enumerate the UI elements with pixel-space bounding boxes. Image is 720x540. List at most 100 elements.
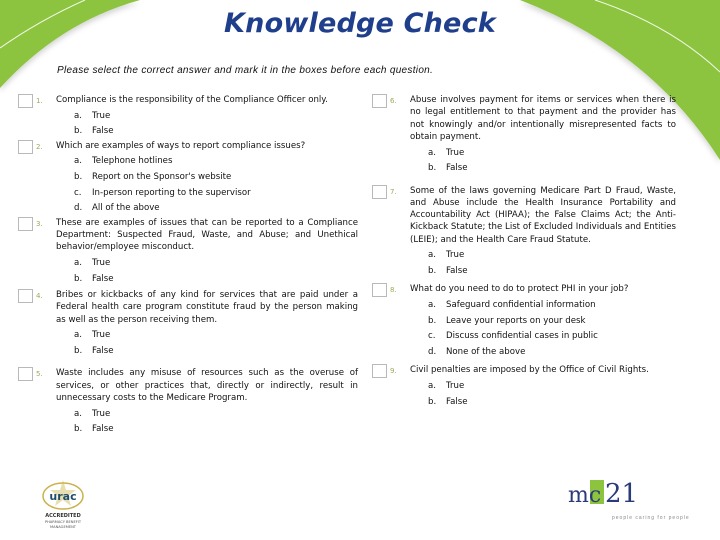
answer-options: a. True b. False — [410, 380, 676, 408]
svg-text:21: 21 — [605, 479, 638, 509]
urac-logo: urac ACCREDITED PHARMACY BENEFIT MANAGEM… — [42, 480, 84, 529]
option-label: False — [92, 345, 114, 356]
answer-checkbox[interactable] — [372, 184, 387, 199]
answer-option[interactable]: d. All of the above — [56, 202, 358, 214]
answer-option[interactable]: b. False — [410, 396, 676, 408]
question-3: 3. These are examples of issues that can … — [16, 216, 358, 285]
question-1: 1. Compliance is the responsibility of th… — [16, 94, 358, 138]
questions-right-column: 6. Abuse involves payment for items or se… — [370, 94, 676, 408]
question-7: 7. Some of the laws governing Medicare Pa… — [370, 184, 676, 278]
answer-checkbox[interactable] — [372, 94, 387, 108]
answer-option[interactable]: b. False — [56, 273, 358, 285]
answer-option[interactable]: b. False — [56, 423, 358, 435]
option-letter: a. — [74, 408, 82, 419]
option-label: Discuss confidential cases in public — [446, 331, 598, 342]
instructions: Please select the correct answer and mar… — [57, 65, 434, 76]
answer-options: a. True b. False — [56, 110, 358, 138]
question-9: 9. Civil penalties are imposed by the Off… — [370, 364, 676, 408]
option-letter: b. — [74, 424, 83, 435]
option-letter: b. — [74, 273, 83, 284]
option-label: None of the above — [446, 347, 526, 358]
question-text: Abuse involves payment for items or serv… — [410, 95, 676, 142]
question-5: 5. Waste includes any misuse of resources… — [16, 367, 358, 435]
page-title: Knowledge Check — [224, 8, 496, 39]
answer-option[interactable]: b. False — [410, 265, 676, 277]
answer-option[interactable]: a. True — [410, 380, 676, 392]
option-label: False — [92, 126, 114, 137]
answer-option[interactable]: b. False — [56, 345, 358, 357]
answer-checkbox[interactable] — [18, 216, 33, 231]
question-text: These are examples of issues that can be… — [56, 217, 358, 253]
answer-checkbox[interactable] — [18, 139, 33, 154]
option-label: True — [446, 381, 465, 392]
question-number: 5. — [36, 370, 43, 379]
question-text: What do you need to do to protect PHI in… — [410, 284, 629, 295]
option-letter: a. — [74, 110, 82, 121]
question-number: 4. — [36, 291, 43, 300]
question-text: Civil penalties are imposed by the Offic… — [410, 365, 649, 376]
svg-text:mc: mc — [568, 483, 601, 508]
option-letter: a. — [428, 250, 436, 261]
answer-checkbox[interactable] — [372, 283, 387, 298]
answer-option[interactable]: a. True — [410, 147, 676, 159]
option-label: False — [92, 273, 114, 284]
answer-checkbox[interactable] — [372, 364, 387, 379]
option-label: False — [92, 424, 114, 435]
answer-options: a. Safeguard confidential information b. Le… — [410, 299, 676, 358]
answer-options: a. True b. False — [56, 408, 358, 436]
answer-option[interactable]: b. False — [410, 162, 676, 174]
answer-option[interactable]: a. True — [56, 110, 358, 122]
answer-option[interactable]: a. Telephone hotlines — [56, 155, 358, 167]
option-letter: c. — [428, 331, 436, 342]
answer-option[interactable]: a. True — [410, 249, 676, 261]
answer-option[interactable]: d. None of the above — [410, 346, 676, 358]
answer-option[interactable]: a. True — [56, 257, 358, 269]
urac-text: urac — [49, 490, 76, 503]
answer-options: a. True b. False — [410, 249, 676, 277]
answer-option[interactable]: c. Discuss confidential cases in public — [410, 330, 676, 342]
answer-checkbox[interactable] — [18, 94, 33, 108]
option-letter: d. — [74, 203, 83, 214]
option-label: False — [446, 396, 468, 407]
questions-left-column: 1. Compliance is the responsibility of th… — [16, 94, 358, 436]
svg-text:ACCREDITED: ACCREDITED — [45, 513, 80, 519]
option-letter: c. — [74, 187, 82, 198]
question-4: 4. Bribes or kickbacks of any kind for se… — [16, 288, 358, 357]
option-letter: b. — [428, 396, 437, 407]
answer-option[interactable]: c. In-person reporting to the supervisor — [56, 187, 358, 199]
question-text: Some of the laws governing Medicare Part… — [410, 185, 676, 245]
question-text: Which are examples of ways to report com… — [56, 140, 306, 151]
answer-option[interactable]: b. Leave your reports on your desk — [410, 315, 676, 327]
option-letter: b. — [74, 172, 83, 183]
answer-checkbox[interactable] — [18, 288, 33, 303]
question-2: 2. Which are examples of ways to report c… — [16, 139, 358, 215]
answer-option[interactable]: a. True — [56, 408, 358, 420]
option-label: All of the above — [92, 203, 160, 214]
option-label: True — [92, 408, 111, 419]
option-label: True — [446, 147, 465, 158]
option-letter: a. — [428, 300, 436, 311]
question-text: Compliance is the responsibility of the … — [56, 95, 328, 105]
answer-option[interactable]: b. Report on the Sponsor's website — [56, 171, 358, 183]
answer-option[interactable]: a. True — [56, 329, 358, 341]
option-label: True — [92, 258, 111, 268]
option-letter: a. — [428, 147, 436, 158]
option-label: True — [92, 330, 111, 341]
option-letter: a. — [74, 258, 82, 268]
option-label: False — [446, 266, 468, 277]
answer-options: a. True b. False — [410, 147, 676, 175]
option-letter: b. — [74, 345, 83, 356]
answer-options: a. Telephone hotlines b. Report on the Spon… — [56, 155, 358, 214]
question-number: 2. — [36, 142, 43, 151]
answer-checkbox[interactable] — [18, 367, 33, 382]
svg-text:PHARMACY BENEFIT: PHARMACY BENEFIT — [45, 520, 82, 524]
answer-option[interactable]: b. False — [56, 125, 358, 137]
option-label: True — [92, 110, 111, 121]
question-number: 7. — [390, 187, 397, 196]
option-letter: d. — [428, 347, 437, 358]
answer-option[interactable]: a. Safeguard confidential information — [410, 299, 676, 311]
question-number: 1. — [36, 97, 43, 105]
option-letter: a. — [428, 381, 436, 392]
option-label: Leave your reports on your desk — [446, 315, 586, 326]
question-number: 3. — [36, 219, 43, 228]
